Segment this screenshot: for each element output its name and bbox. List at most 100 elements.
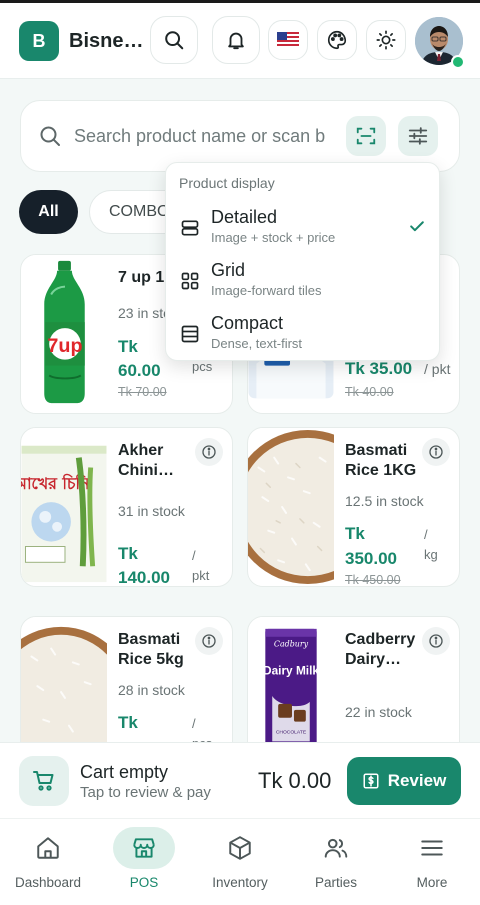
nav-dashboard[interactable]: Dashboard <box>0 819 96 905</box>
display-options-button[interactable] <box>398 116 438 156</box>
product-price: 350.00 <box>345 549 397 568</box>
us-flag-icon <box>277 32 299 48</box>
business-name[interactable]: Bisne… <box>69 30 143 53</box>
product-unit: pkt <box>192 568 210 583</box>
nav-label: POS <box>129 875 159 890</box>
brand-logo[interactable]: B <box>19 21 59 61</box>
product-stock: 31 in stock <box>118 503 185 519</box>
product-unit: kg <box>424 547 438 562</box>
nav-inventory[interactable]: Inventory <box>192 819 288 905</box>
product-image <box>248 428 334 586</box>
product-price: 60.00 <box>118 361 161 380</box>
home-icon <box>37 837 59 859</box>
cart-total: Tk 0.00 <box>258 768 332 793</box>
search-input[interactable] <box>74 117 334 155</box>
product-price: Tk 35.00 <box>345 359 413 378</box>
product-info-button[interactable] <box>195 627 223 655</box>
chip-all[interactable]: All <box>19 190 78 234</box>
palette-icon <box>328 30 347 50</box>
product-currency: Tk <box>118 337 138 356</box>
info-icon <box>429 634 443 648</box>
product-display-menu: Product display Detailed Image + stock +… <box>165 162 440 361</box>
chocolate-brand-text: Cadbury <box>274 640 309 649</box>
product-info-button[interactable] <box>422 438 450 466</box>
info-icon <box>202 445 216 459</box>
product-info-button[interactable] <box>422 627 450 655</box>
users-icon <box>324 838 348 858</box>
product-old-price: Tk 450.00 <box>345 573 401 587</box>
nav-parties[interactable]: Parties <box>288 819 384 905</box>
product-currency: Tk <box>118 544 138 563</box>
language-button[interactable] <box>268 20 308 60</box>
store-icon <box>133 838 155 858</box>
option-label: Detailed <box>211 207 278 227</box>
display-option-detailed[interactable]: Detailed Image + stock + price <box>166 200 441 252</box>
sun-icon <box>376 30 396 50</box>
brightness-button[interactable] <box>366 20 406 60</box>
product-price: 140.00 <box>118 568 170 587</box>
search-button[interactable] <box>150 16 198 64</box>
product-image: 7up <box>21 255 107 413</box>
display-option-compact[interactable]: Compact Dense, text-first <box>166 306 441 358</box>
nav-pos[interactable]: POS <box>96 819 192 905</box>
menu-title: Product display <box>179 175 275 191</box>
option-description: Image + stock + price <box>211 230 336 245</box>
online-status-dot <box>451 55 465 69</box>
sliders-icon <box>408 127 428 145</box>
product-unit-slash: / <box>192 716 196 731</box>
product-name: Basmati Rice 1KG <box>345 442 417 479</box>
product-card[interactable]: আখের চিনি Akher Chini… 31 in stock Tk 14… <box>20 427 233 587</box>
nav-label: Parties <box>314 875 358 890</box>
option-label: Compact <box>211 313 284 333</box>
nav-label: Inventory <box>212 875 268 890</box>
product-card[interactable]: Basmati Rice 1KG 12.5 in stock Tk 350.00… <box>247 427 460 587</box>
product-stock: 12.5 in stock <box>345 493 424 509</box>
nav-more[interactable]: More <box>384 819 480 905</box>
product-unit: / pkt <box>424 361 451 377</box>
menu-icon <box>421 840 443 856</box>
product-old-price: Tk 40.00 <box>345 385 394 399</box>
nav-label: Dashboard <box>14 875 82 890</box>
cart-icon-box <box>19 756 69 806</box>
product-currency: Tk <box>118 713 138 732</box>
option-description: Dense, text-first <box>211 336 303 351</box>
option-description: Image-forward tiles <box>211 283 322 298</box>
product-currency: Tk <box>345 524 365 543</box>
cart-icon <box>33 771 54 791</box>
review-button[interactable]: Review <box>347 757 461 805</box>
nav-label: More <box>416 875 448 890</box>
brand-logo-letter: B <box>32 30 46 51</box>
product-name: Cadberry Dairy… <box>345 631 416 668</box>
scan-icon <box>356 127 376 145</box>
bell-icon <box>228 32 244 50</box>
option-label: Grid <box>211 260 246 280</box>
chocolate-sub-text: CHOCOLATE <box>276 730 307 736</box>
cart-title: Cart empty <box>80 762 169 782</box>
chocolate-name-text: Dairy Milk <box>263 663 319 677</box>
check-icon <box>410 221 424 232</box>
review-label: Review <box>387 771 447 790</box>
product-name: Basmati Rice 5kg <box>118 631 184 668</box>
product-image: আখের চিনি <box>21 428 107 586</box>
display-option-grid[interactable]: Grid Image-forward tiles <box>166 253 441 305</box>
info-icon <box>429 445 443 459</box>
grid-icon <box>181 272 199 290</box>
app-header: B Bisne… <box>0 3 480 79</box>
product-stock: 22 in stock <box>345 704 412 720</box>
box-icon <box>229 836 251 860</box>
search-icon <box>165 31 184 50</box>
cart-bar[interactable]: Cart empty Tap to review & pay Tk 0.00 R… <box>0 742 480 818</box>
product-info-button[interactable] <box>195 438 223 466</box>
notifications-button[interactable] <box>212 16 260 64</box>
scan-barcode-button[interactable] <box>346 116 386 156</box>
bottom-nav: Dashboard POS Inventory Parties More <box>0 818 480 905</box>
cart-subtitle: Tap to review & pay <box>80 784 211 801</box>
product-unit-slash: / <box>192 548 196 563</box>
theme-palette-button[interactable] <box>317 20 357 60</box>
list-icon <box>181 325 199 343</box>
info-icon <box>202 634 216 648</box>
bottle-logo-text: 7up <box>47 335 82 357</box>
receipt-dollar-icon <box>363 773 379 789</box>
search-icon <box>40 126 60 146</box>
product-stock: 28 in stock <box>118 682 185 698</box>
